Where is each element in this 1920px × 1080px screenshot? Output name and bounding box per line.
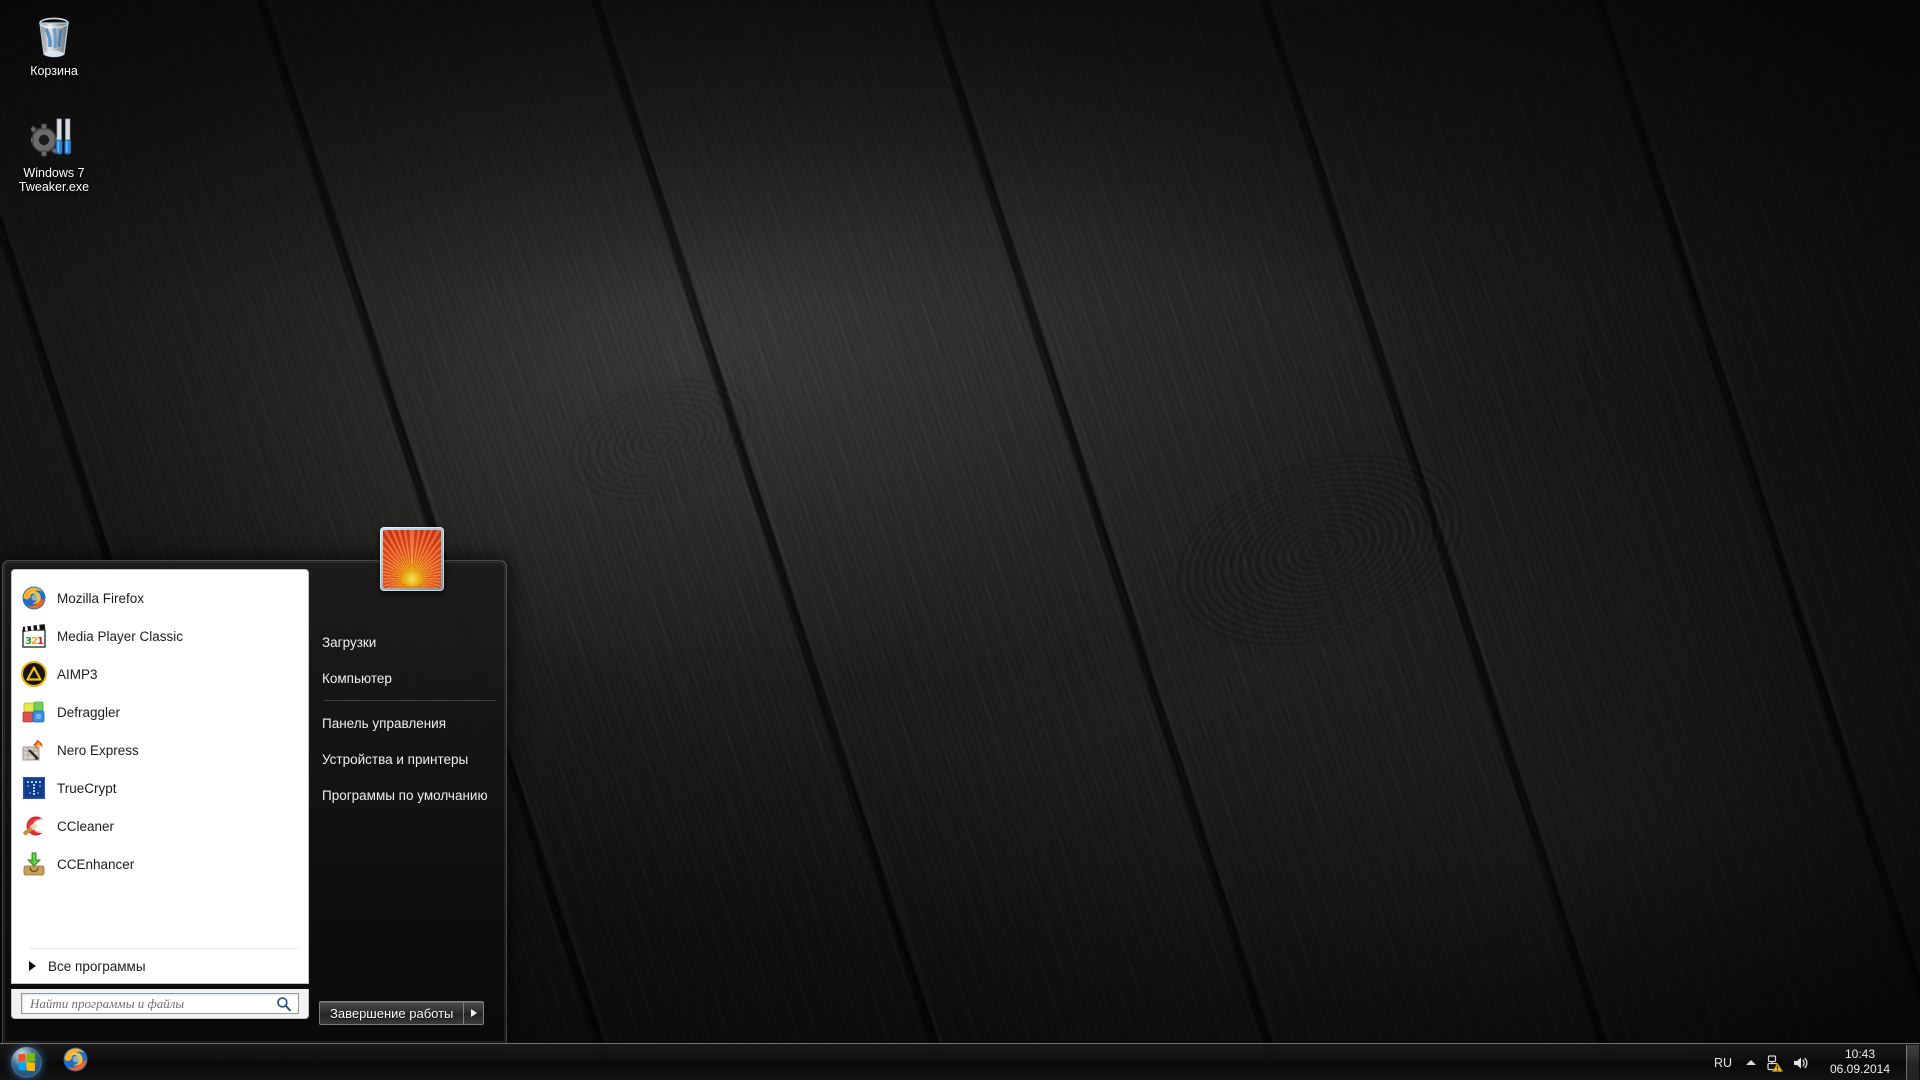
triangle-right-icon [470,1009,477,1017]
clock[interactable]: 10:43 06.09.2014 [1814,1047,1906,1078]
taskbar-item-mozilla-firefox[interactable] [54,1047,96,1078]
program-item-nero-express[interactable]: Nero Express [12,731,308,769]
all-programs-button[interactable]: Все программы [12,949,308,983]
shutdown-row: Завершение работы [319,1001,485,1025]
program-item-label: Media Player Classic [57,628,184,644]
right-item-default-programs[interactable]: Программы по умолчанию [319,777,500,813]
start-button[interactable] [2,1045,50,1080]
truecrypt-icon [21,775,47,801]
start-menu[interactable]: Mozilla Firefox 3 2 1 Media Player Class… [2,527,507,1043]
clock-date: 06.09.2014 [1829,1062,1891,1076]
shutdown-label: Завершение работы [330,1005,454,1021]
program-item-label: TrueCrypt [57,780,117,796]
start-menu-right-pane[interactable]: Загрузки Компьютер Панель управления Уст… [319,527,500,984]
ccleaner-icon [21,813,47,839]
triangle-right-icon [29,961,36,971]
taskbar[interactable]: RU 10:43 06.09.2014 [0,1043,1920,1080]
all-programs-section: Все программы [12,948,308,983]
desktop-icon-label: Windows 7 Tweaker.exe [18,166,90,194]
show-desktop-button[interactable] [1906,1045,1919,1080]
right-item-computer[interactable]: Компьютер [319,660,500,696]
desktop-icon-windows-7-tweaker[interactable]: Windows 7 Tweaker.exe [8,110,100,194]
program-item-aimp3[interactable]: AIMP3 [12,655,308,693]
right-item-label: Программы по умолчанию [322,787,488,803]
system-tray[interactable]: RU 10:43 06.09.2014 [1706,1044,1920,1080]
orange-flower-avatar [383,530,441,588]
desktop-icon-label: Корзина [30,64,78,78]
media-player-classic-icon: 3 2 1 [21,623,47,649]
windows-logo-icon [10,1046,42,1078]
search-input[interactable] [22,995,274,1012]
shutdown-button[interactable]: Завершение работы [319,1001,465,1025]
right-item-downloads[interactable]: Загрузки [319,624,500,660]
language-indicator[interactable]: RU [1706,1056,1740,1070]
right-pane-separator [324,700,496,701]
right-item-devices-and-printers[interactable]: Устройства и принтеры [319,741,500,777]
program-item-media-player-classic[interactable]: 3 2 1 Media Player Classic [12,617,308,655]
all-programs-label: Все программы [48,958,146,974]
firefox-icon [62,1046,89,1078]
program-item-defraggler[interactable]: Defraggler [12,693,308,731]
magnifier-icon [274,995,294,1013]
desktop[interactable]: Корзина Windows 7 Tweaker.exe Mozilla Fi… [0,0,1920,1080]
program-item-label: CCleaner [57,818,115,834]
right-item-label: Устройства и принтеры [322,751,469,767]
recycle-bin-icon [8,8,100,60]
network-warning-icon[interactable] [1762,1048,1788,1078]
shutdown-options-button[interactable] [464,1001,485,1025]
search-box[interactable] [21,993,299,1014]
program-item-mozilla-firefox[interactable]: Mozilla Firefox [12,579,308,617]
program-item-label: AIMP3 [57,666,98,682]
svg-text:1: 1 [37,636,44,647]
start-menu-left-pane[interactable]: Mozilla Firefox 3 2 1 Media Player Class… [11,569,309,984]
program-list[interactable]: Mozilla Firefox 3 2 1 Media Player Class… [12,570,308,883]
desktop-icon-recycle-bin[interactable]: Корзина [8,8,100,78]
right-item-label: Загрузки [322,634,377,650]
ccenhancer-icon [21,851,47,877]
volume-icon[interactable] [1788,1048,1814,1078]
defraggler-icon [21,699,47,725]
firefox-icon [21,585,47,611]
right-item-label: Панель управления [322,715,447,731]
program-item-ccenhancer[interactable]: CCEnhancer [12,845,308,883]
nero-express-icon [21,737,47,763]
right-item-label: Компьютер [322,670,392,686]
program-item-truecrypt[interactable]: TrueCrypt [12,769,308,807]
aimp3-icon [21,661,47,687]
right-item-control-panel[interactable]: Панель управления [319,705,500,741]
program-item-label: Mozilla Firefox [57,590,145,606]
clock-time: 10:43 [1844,1047,1876,1061]
program-item-label: CCEnhancer [57,856,135,872]
windows-flag [18,1052,35,1072]
program-item-label: Defraggler [57,704,121,720]
avatar-flower-center [401,572,423,586]
gear-screwdrivers-icon [8,110,100,162]
user-avatar[interactable] [380,527,444,591]
right-pane-list[interactable]: Загрузки Компьютер Панель управления Уст… [319,624,500,813]
search-area [11,989,309,1019]
program-item-label: Nero Express [57,742,139,758]
program-item-ccleaner[interactable]: CCleaner [12,807,308,845]
chevron-up-icon[interactable] [1740,1060,1762,1065]
